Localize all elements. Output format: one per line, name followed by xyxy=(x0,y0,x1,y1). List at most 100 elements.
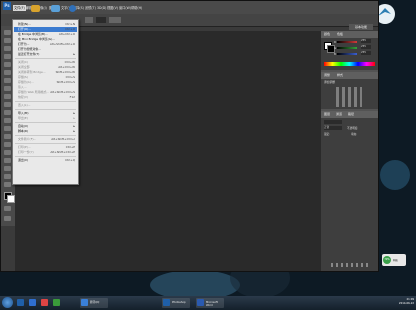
taskbar-item[interactable]: Photoshop xyxy=(162,298,190,308)
start-orb-icon[interactable] xyxy=(2,297,13,308)
green-slider[interactable] xyxy=(337,47,357,49)
hand-tool-icon[interactable] xyxy=(4,174,11,179)
layers-panel-header: 图层 通道 路径 xyxy=(321,111,378,118)
blur-tool-icon[interactable] xyxy=(4,126,11,131)
windows-taskbar: 腾讯QQ Photoshop Microsoft Word xyxy=(0,296,416,310)
options-field[interactable] xyxy=(96,17,106,23)
submenu-arrow-icon: ▸ xyxy=(73,52,75,56)
workspace-switcher[interactable]: 基本功能 xyxy=(349,24,373,30)
color-spectrum-bar[interactable] xyxy=(324,62,375,66)
file-menu-item[interactable]: 最近打开文件(T) ▸ xyxy=(14,52,77,57)
tab-layers[interactable]: 图层 xyxy=(324,111,330,118)
network-speed-widget[interactable]: 79% 网速 xyxy=(382,254,406,266)
healing-tool-icon[interactable] xyxy=(4,78,11,83)
file-menu-item: 导出(E) ▸ xyxy=(14,116,77,121)
history-brush-tool-icon[interactable] xyxy=(4,102,11,107)
menu-item-shortcut: Ctrl+Q xyxy=(65,158,75,162)
options-control[interactable] xyxy=(85,17,93,23)
tab-channels[interactable]: 通道 xyxy=(336,111,342,118)
menu-item-shortcut: Alt+Shift+Ctrl+P xyxy=(50,150,75,154)
lasso-tool-icon[interactable] xyxy=(4,46,11,51)
photoshop-window: Ps 文件(F) 编辑(E) 图像(I) 图层(L) 文字(Y) 选择(S) 滤… xyxy=(0,0,379,272)
zoom-tool-icon[interactable] xyxy=(4,182,11,187)
red-slider[interactable] xyxy=(337,41,357,43)
quick-mask-icon[interactable] xyxy=(4,206,11,211)
opacity-label: 不透明度: xyxy=(347,127,359,130)
tab-swatches[interactable]: 色板 xyxy=(337,31,343,38)
type-tool-icon[interactable] xyxy=(4,150,11,155)
green-value[interactable]: 255 xyxy=(361,45,371,49)
taskbar-item[interactable] xyxy=(52,298,62,308)
menu-3d[interactable]: 3D(D) xyxy=(97,5,106,11)
clock-date: 2014-06-22 xyxy=(398,302,414,305)
arrange-icon[interactable] xyxy=(69,5,76,12)
layer-actions-bar[interactable] xyxy=(331,263,371,267)
shape-tool-icon[interactable] xyxy=(4,166,11,171)
submenu-arrow-icon: ▸ xyxy=(73,116,75,120)
options-control[interactable] xyxy=(109,17,121,23)
menu-separator xyxy=(15,122,76,123)
file-menu-item[interactable]: 退出(X) Ctrl+Q xyxy=(14,158,77,163)
file-menu-item[interactable]: 脚本(R) ▸ xyxy=(14,129,77,134)
quick-select-tool-icon[interactable] xyxy=(4,54,11,59)
menu-filter[interactable]: 滤镜(T) xyxy=(85,5,96,11)
menu-item-label: 脚本(R) xyxy=(18,129,29,133)
screen-mode-icon[interactable] xyxy=(4,216,11,221)
crop-tool-icon[interactable] xyxy=(4,62,11,67)
fill-label: 填充: xyxy=(351,133,358,136)
file-menu-item: 打印一份(Y) Alt+Shift+Ctrl+P xyxy=(14,150,77,155)
submenu-arrow-icon: ▸ xyxy=(73,129,75,133)
tab-paths[interactable]: 路径 xyxy=(348,111,354,118)
menu-file[interactable]: 文件(F) xyxy=(13,5,26,11)
move-tool-icon[interactable] xyxy=(4,30,11,35)
label-b: B xyxy=(334,52,336,56)
layers-panel: 正常 不透明度: 锁定: 填充: xyxy=(321,118,378,271)
taskbar-item[interactable]: 腾讯QQ xyxy=(80,298,108,308)
brush-tool-icon[interactable] xyxy=(4,86,11,91)
blue-value[interactable]: 255 xyxy=(361,51,371,55)
taskbar-app-icon xyxy=(81,299,88,306)
menu-view[interactable]: 视图(V) xyxy=(107,5,118,11)
marquee-tool-icon[interactable] xyxy=(4,38,11,43)
taskbar-item[interactable] xyxy=(40,298,50,308)
taskbar-item[interactable]: Microsoft Word xyxy=(196,298,224,308)
taskbar-app-icon xyxy=(197,299,204,306)
bridge-icon[interactable] xyxy=(31,5,40,12)
ps-app-icon[interactable]: Ps xyxy=(3,2,11,10)
background-color-swatch[interactable] xyxy=(7,195,15,203)
menu-item-label: 文件简介(F)... xyxy=(18,137,37,141)
system-clock[interactable]: 21:09 2014-06-22 xyxy=(392,298,414,308)
adjustments-panel-header: 调整 样式 xyxy=(321,72,378,79)
file-menu-item: 恢复(V) F12 xyxy=(14,95,77,100)
menu-help[interactable]: 帮助(H) xyxy=(131,5,142,11)
adjustments-title: 添加调整 xyxy=(324,80,336,84)
tab-styles[interactable]: 样式 xyxy=(337,72,343,79)
tab-adjustments[interactable]: 调整 xyxy=(324,72,330,79)
menu-window[interactable]: 窗口(W) xyxy=(119,5,131,11)
eraser-tool-icon[interactable] xyxy=(4,110,11,115)
gradient-tool-icon[interactable] xyxy=(4,118,11,123)
eyedropper-tool-icon[interactable] xyxy=(4,70,11,75)
menu-separator xyxy=(15,58,76,59)
adjustment-icons-grid[interactable] xyxy=(336,87,362,107)
menu-item-label: 退出(X) xyxy=(18,158,29,162)
blue-slider[interactable] xyxy=(337,53,357,55)
red-value[interactable]: 255 xyxy=(361,39,371,43)
taskbar-app-icon xyxy=(41,299,48,306)
speed-percent: 79% xyxy=(383,256,391,264)
taskbar-item[interactable] xyxy=(28,298,38,308)
lock-label: 锁定: xyxy=(324,133,331,136)
pen-tool-icon[interactable] xyxy=(4,142,11,147)
dodge-tool-icon[interactable] xyxy=(4,134,11,139)
mini-bridge-icon[interactable] xyxy=(51,5,60,12)
stamp-tool-icon[interactable] xyxy=(4,94,11,99)
path-select-tool-icon[interactable] xyxy=(4,158,11,163)
menu-separator xyxy=(15,109,76,110)
file-menu-item: 文件简介(F)... Alt+Shift+Ctrl+I xyxy=(14,137,77,142)
menu-item-label: 最近打开文件(T) xyxy=(18,52,40,56)
menu-bar: Ps 文件(F) 编辑(E) 图像(I) 图层(L) 文字(Y) 选择(S) 滤… xyxy=(1,1,378,14)
tab-color[interactable]: 颜色 xyxy=(324,31,330,38)
taskbar-item[interactable] xyxy=(16,298,26,308)
blend-mode-select[interactable]: 正常 xyxy=(324,126,342,130)
layer-filter-field[interactable] xyxy=(324,120,342,124)
